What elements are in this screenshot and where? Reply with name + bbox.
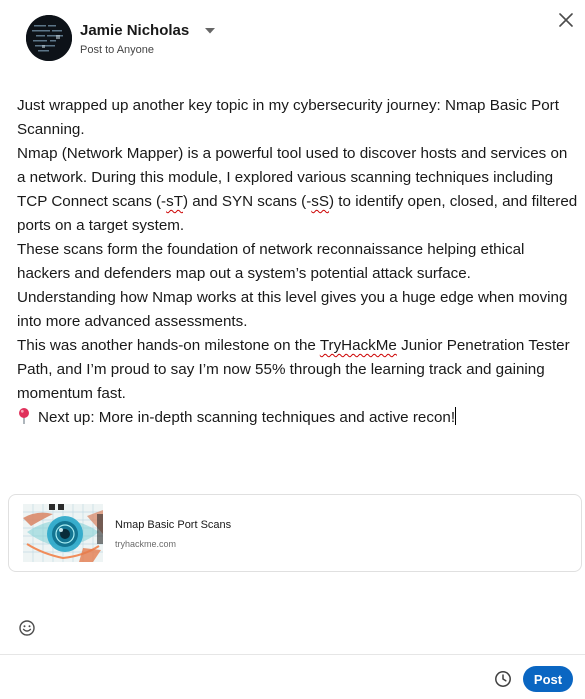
link-preview-domain: tryhackme.com	[115, 539, 177, 549]
spellcheck-flag: TryHackMe	[319, 337, 397, 354]
post-text-span: ) and SYN scans (-	[183, 193, 312, 210]
avatar	[26, 15, 72, 61]
link-preview-card[interactable]: Nmap Basic Port Scans tryhackme.com	[8, 494, 582, 572]
author-audience-selector[interactable]: Jamie Nicholas Post to Anyone	[80, 22, 216, 56]
clock-icon	[495, 671, 511, 687]
footer-divider	[0, 654, 585, 655]
emoji-button[interactable]	[17, 618, 37, 638]
post-paragraph: Just wrapped up another key topic in my …	[17, 97, 559, 138]
round-pushpin-icon	[17, 407, 31, 425]
author-name: Jamie Nicholas	[80, 22, 190, 40]
post-text-span: Next up: More in-depth scanning techniqu…	[38, 409, 456, 426]
post-paragraph: Nmap (Network Mapper) is a powerful tool…	[17, 142, 579, 238]
close-button[interactable]	[552, 6, 580, 34]
post-paragraph: This was another hands-on milestone on t…	[17, 334, 579, 406]
post-button[interactable]: Post	[523, 666, 573, 692]
emoji-icon	[19, 620, 35, 636]
post-composer-header: Jamie Nicholas Post to Anyone	[0, 0, 585, 80]
spellcheck-flag: sT	[166, 193, 183, 210]
audience-label: Post to Anyone	[80, 44, 154, 57]
spellcheck-flag: sS	[311, 193, 330, 210]
link-preview-title: Nmap Basic Port Scans	[115, 519, 232, 531]
post-paragraph: Understanding how Nmap works at this lev…	[17, 289, 568, 330]
caret-down-icon	[204, 22, 216, 40]
link-preview-thumbnail	[23, 504, 103, 562]
post-text-span: This was another hands-on milestone on t…	[17, 337, 320, 354]
post-paragraph: Next up: More in-depth scanning techniqu…	[17, 406, 579, 430]
text-cursor	[455, 407, 457, 425]
close-icon	[559, 13, 573, 27]
post-text-editor[interactable]: Just wrapped up another key topic in my …	[17, 94, 579, 430]
post-paragraph: These scans form the foundation of netwo…	[17, 241, 525, 282]
schedule-post-button[interactable]	[492, 668, 514, 690]
